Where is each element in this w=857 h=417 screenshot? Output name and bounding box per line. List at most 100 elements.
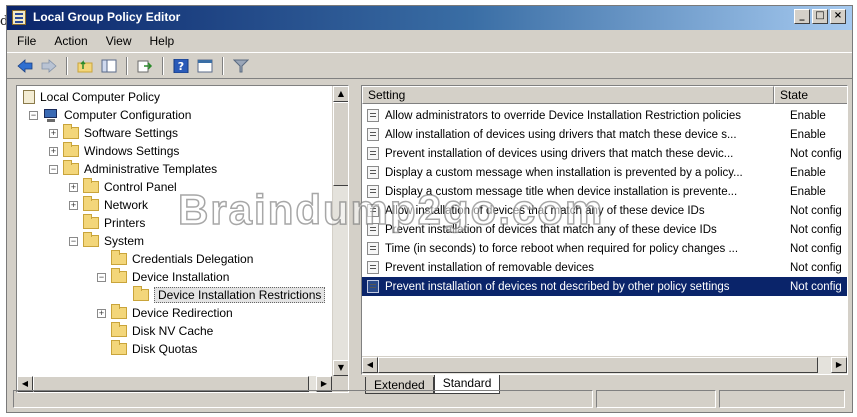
show-hide-tree-icon[interactable] [99, 56, 119, 76]
expand-icon[interactable]: + [69, 182, 78, 192]
tree-item-administrative-templates[interactable]: − Administrative Templates [49, 160, 217, 178]
setting-state: Enable [790, 166, 826, 179]
gpedit-app-icon [12, 10, 26, 25]
filter-icon[interactable] [231, 56, 251, 76]
collapse-icon[interactable]: − [97, 272, 106, 282]
setting-state: Not config [790, 147, 842, 160]
tree-vertical-scrollbar[interactable]: ▲ ▼ [332, 86, 348, 376]
setting-state: Not config [790, 223, 842, 236]
policy-setting-icon [367, 128, 379, 141]
tree-item-label: Disk Quotas [132, 342, 198, 356]
title-bar[interactable]: Local Group Policy Editor _ □ × [7, 6, 852, 30]
tree-item-label: Software Settings [84, 126, 179, 140]
list-row[interactable]: Prevent installation of devices using dr… [362, 144, 847, 163]
tree-pane[interactable]: Local Computer Policy − Computer Configu… [16, 85, 349, 393]
collapse-icon[interactable]: − [29, 110, 38, 120]
gpedit-window: Local Group Policy Editor _ □ × File Act… [6, 5, 853, 413]
expand-icon[interactable]: + [97, 308, 106, 318]
menu-bar: File Action View Help [7, 31, 852, 51]
list-row[interactable]: Prevent installation of removable device… [362, 258, 847, 277]
setting-state: Not config [790, 242, 842, 255]
policy-setting-icon [367, 166, 379, 179]
expand-icon[interactable]: + [49, 128, 58, 138]
list-row[interactable]: Time (in seconds) to force reboot when r… [362, 239, 847, 258]
list-row-selected[interactable]: Prevent installation of devices not desc… [362, 277, 847, 296]
setting-name: Allow administrators to override Device … [385, 109, 742, 122]
back-arrow-icon[interactable] [15, 56, 35, 76]
list-row[interactable]: Allow installation of devices that match… [362, 201, 847, 220]
up-folder-icon[interactable] [75, 56, 95, 76]
tree-item-device-installation[interactable]: − Device Installation [97, 268, 229, 286]
tree-item-system[interactable]: − System [69, 232, 144, 250]
scroll-left-arrow-icon[interactable]: ◀ [362, 357, 378, 373]
setting-name: Prevent installation of devices not desc… [385, 280, 730, 293]
list-row[interactable]: Display a custom message title when devi… [362, 182, 847, 201]
tree-item-label: Device Redirection [132, 306, 233, 320]
column-header-state[interactable]: State [774, 86, 847, 104]
status-pane-tertiary [719, 390, 845, 408]
menu-help[interactable]: Help [148, 34, 177, 48]
menu-view[interactable]: View [104, 34, 134, 48]
folder-icon [63, 160, 79, 175]
list-hscroll-thumb[interactable] [378, 357, 818, 373]
policy-setting-icon [367, 204, 379, 217]
toolbar-separator [126, 56, 128, 75]
tree-item-network[interactable]: + Network [69, 196, 148, 214]
properties-icon[interactable] [195, 56, 215, 76]
toolbar-separator [66, 56, 68, 75]
tree-item-printers[interactable]: Printers [83, 214, 145, 232]
list-row[interactable]: Prevent installation of devices that mat… [362, 220, 847, 239]
list-horizontal-scrollbar[interactable]: ◀ ▶ [362, 356, 847, 374]
tree-item-label: Printers [104, 216, 146, 230]
minimize-button[interactable]: _ [794, 9, 810, 24]
close-button[interactable]: × [830, 9, 846, 24]
list-row[interactable]: Allow installation of devices using driv… [362, 125, 847, 144]
tree-scroll-thumb[interactable] [333, 102, 348, 186]
tree-item-windows-settings[interactable]: + Windows Settings [49, 142, 179, 160]
folder-icon [83, 196, 99, 211]
expand-icon[interactable]: + [69, 200, 78, 210]
folder-icon [83, 178, 99, 193]
tree-item-label-selected: Device Installation Restrictions [154, 287, 326, 303]
policy-setting-icon [367, 261, 379, 274]
folder-icon [63, 142, 79, 157]
tree-item-disk-quotas[interactable]: Disk Quotas [111, 340, 197, 358]
list-row[interactable]: Display a custom message when installati… [362, 163, 847, 182]
list-row[interactable]: Allow administrators to override Device … [362, 106, 847, 125]
column-header-setting[interactable]: Setting [362, 86, 774, 104]
tree-item-local-computer-policy[interactable]: Local Computer Policy [23, 88, 160, 106]
menu-action[interactable]: Action [52, 34, 89, 48]
toolbar-separator [222, 56, 224, 75]
setting-state: Not config [790, 204, 842, 217]
setting-name: Prevent installation of devices that mat… [385, 223, 717, 236]
tree-item-label: Windows Settings [84, 144, 180, 158]
tree-item-computer-configuration[interactable]: − Computer Configuration [29, 106, 191, 124]
status-bar [13, 390, 846, 408]
help-icon[interactable]: ? [171, 56, 191, 76]
maximize-button[interactable]: □ [812, 9, 828, 24]
folder-icon [83, 232, 99, 247]
policy-document-icon [23, 90, 35, 104]
tree-item-disk-nv-cache[interactable]: Disk NV Cache [111, 322, 213, 340]
policy-setting-icon [367, 109, 379, 122]
scroll-right-arrow-icon[interactable]: ▶ [831, 357, 847, 373]
tree-item-credentials-delegation[interactable]: Credentials Delegation [111, 250, 253, 268]
tree-item-label: Control Panel [104, 180, 177, 194]
collapse-icon[interactable]: − [69, 236, 78, 246]
tree-item-software-settings[interactable]: + Software Settings [49, 124, 178, 142]
menu-file[interactable]: File [15, 34, 38, 48]
tree-item-control-panel[interactable]: + Control Panel [69, 178, 177, 196]
policy-setting-icon [367, 242, 379, 255]
scroll-up-arrow-icon[interactable]: ▲ [333, 86, 348, 102]
collapse-icon[interactable]: − [49, 164, 58, 174]
tree-item-device-redirection[interactable]: + Device Redirection [97, 304, 233, 322]
scroll-down-arrow-icon[interactable]: ▼ [333, 360, 348, 376]
setting-state: Enable [790, 185, 826, 198]
expand-icon[interactable]: + [49, 146, 58, 156]
forward-arrow-icon[interactable] [39, 56, 59, 76]
export-list-icon[interactable] [135, 56, 155, 76]
tree-item-device-installation-restrictions[interactable]: Device Installation Restrictions [133, 286, 326, 304]
setting-name: Allow installation of devices using driv… [385, 128, 737, 141]
status-pane-secondary [596, 390, 716, 408]
settings-list-pane[interactable]: Setting State Allow administrators to ov… [361, 85, 848, 375]
